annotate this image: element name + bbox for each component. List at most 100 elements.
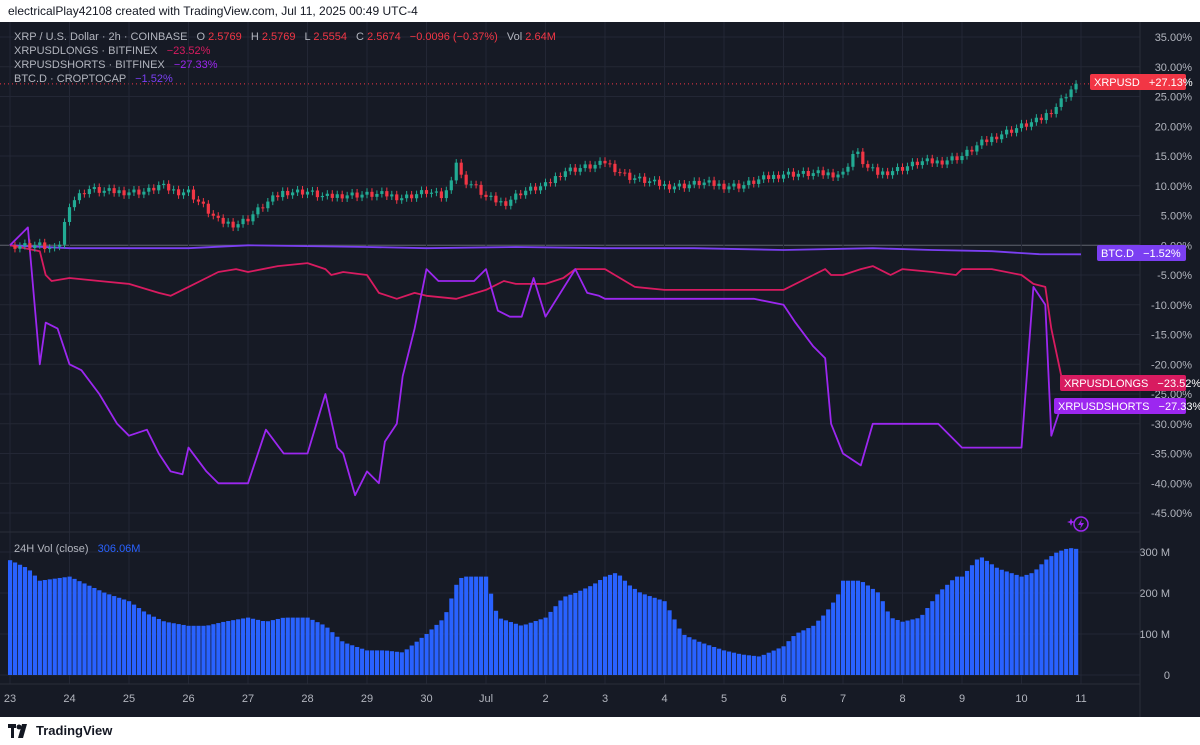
candle-body [990,136,994,143]
volume-bar [17,564,23,675]
volume-bar [260,621,266,675]
candle-body [48,247,52,250]
volume-bar [216,623,221,675]
x-tick-label: 3 [602,693,608,705]
candle-body [464,174,468,185]
candle-body [603,160,607,164]
candle-body [841,171,845,175]
badge-btcd: BTC.D −1.52% [1097,245,1186,261]
candle-body [623,172,627,174]
volume-bar [935,594,940,675]
volume-bar [67,576,72,675]
candle-body [474,184,478,186]
vol-tick-label: 200 M [1139,588,1170,600]
volume-bar [697,641,702,675]
candle-body [851,154,855,167]
candle-body [167,183,171,191]
y-tick-label: 20.00% [1155,121,1193,133]
volume-bar [414,641,419,675]
volume-bar [290,617,295,675]
volume-bar [226,621,231,675]
volume-bar [558,600,563,675]
candle-body [553,176,558,184]
candle-body [657,179,662,186]
candle-body [652,179,657,182]
candle-body [191,189,196,200]
lightning-icon[interactable] [1067,516,1089,532]
volume-bar [776,648,781,675]
volume-bar [731,652,737,675]
volume-bar [1049,556,1054,675]
candle-body [236,224,240,228]
candle-body [985,139,989,143]
x-tick-label: 28 [301,693,313,705]
candle-body [395,194,399,201]
volume-bar [1044,559,1049,675]
volume-bar [255,619,261,675]
volume-bar [131,604,137,675]
svg-text:XRPUSDLONGS · BITFINEX: XRPUSDLONGS · BITFINEX −23.52% [14,45,211,57]
candle-body [871,167,875,169]
candle-body [251,214,255,222]
chart-area[interactable]: 35.00% 30.00% 25.00% 20.00% 15.00% 10.00% 5.00… [0,22,1200,717]
volume-bar [141,611,147,675]
candle-body [246,218,250,222]
volume-bar [444,612,449,675]
x-tick-label: 29 [361,693,373,705]
volume-bar [107,594,112,675]
candle-body [831,172,835,178]
badge-longs: XRPUSDLONGS −23.52% [1060,375,1200,391]
candle-body [444,190,448,199]
candle-body [449,180,453,191]
legend-longs-value: −23.52% [167,45,211,57]
volume-bar [87,585,92,675]
volume-bar [647,596,652,675]
header-bar: electricalPlay42108 created with Trading… [0,0,1200,22]
candle-body [816,170,820,174]
volume-bar [280,617,285,675]
badge-shorts: XRPUSDSHORTS −27.33% [1054,398,1200,414]
candle-body [330,193,334,198]
candle-body [295,189,300,193]
volume-bar [295,617,300,675]
volume-bar [1029,573,1034,675]
candle-body [271,195,275,202]
volume-bar [92,587,97,675]
volume-bar [429,629,434,675]
candle-body [23,243,27,246]
candle-body [365,191,369,195]
volume-bar [950,580,955,675]
candle-body [608,163,612,165]
volume-bar [984,560,989,675]
candle-body [930,158,934,164]
candle-body [757,179,761,184]
candle-body [67,207,72,223]
candle-body [905,166,910,171]
tradingview-brand[interactable]: TradingView [8,723,112,738]
candle-body [53,246,57,248]
candle-body [568,167,572,172]
candle-body [578,168,582,172]
volume-bar [1059,550,1064,675]
volume-bar [72,578,77,675]
x-tick-label: 4 [661,693,667,705]
volume-bar [622,580,628,675]
candle-body [846,166,850,172]
candle-body [771,174,776,179]
volume-bar [52,578,57,675]
volume-bars [8,548,1079,675]
candle-body [519,193,523,196]
svg-text:BTC.D · CROPTOCAP −1.5: BTC.D · CROPTOCAP −1.52% [14,73,173,85]
volume-bar [340,641,345,675]
candle-body [1044,113,1048,121]
volume-bar [687,637,692,675]
candle-body [881,171,885,175]
chart-svg[interactable]: 35.00% 30.00% 25.00% 20.00% 15.00% 10.00% 5.00… [0,22,1200,717]
volume-bar [657,599,662,675]
volume-bar [146,614,152,675]
candle-body [122,190,126,196]
candle-body [856,151,860,155]
legend-low: 2.5554 [313,31,347,43]
volume-bar [865,585,870,675]
x-tick-label: 9 [959,693,965,705]
